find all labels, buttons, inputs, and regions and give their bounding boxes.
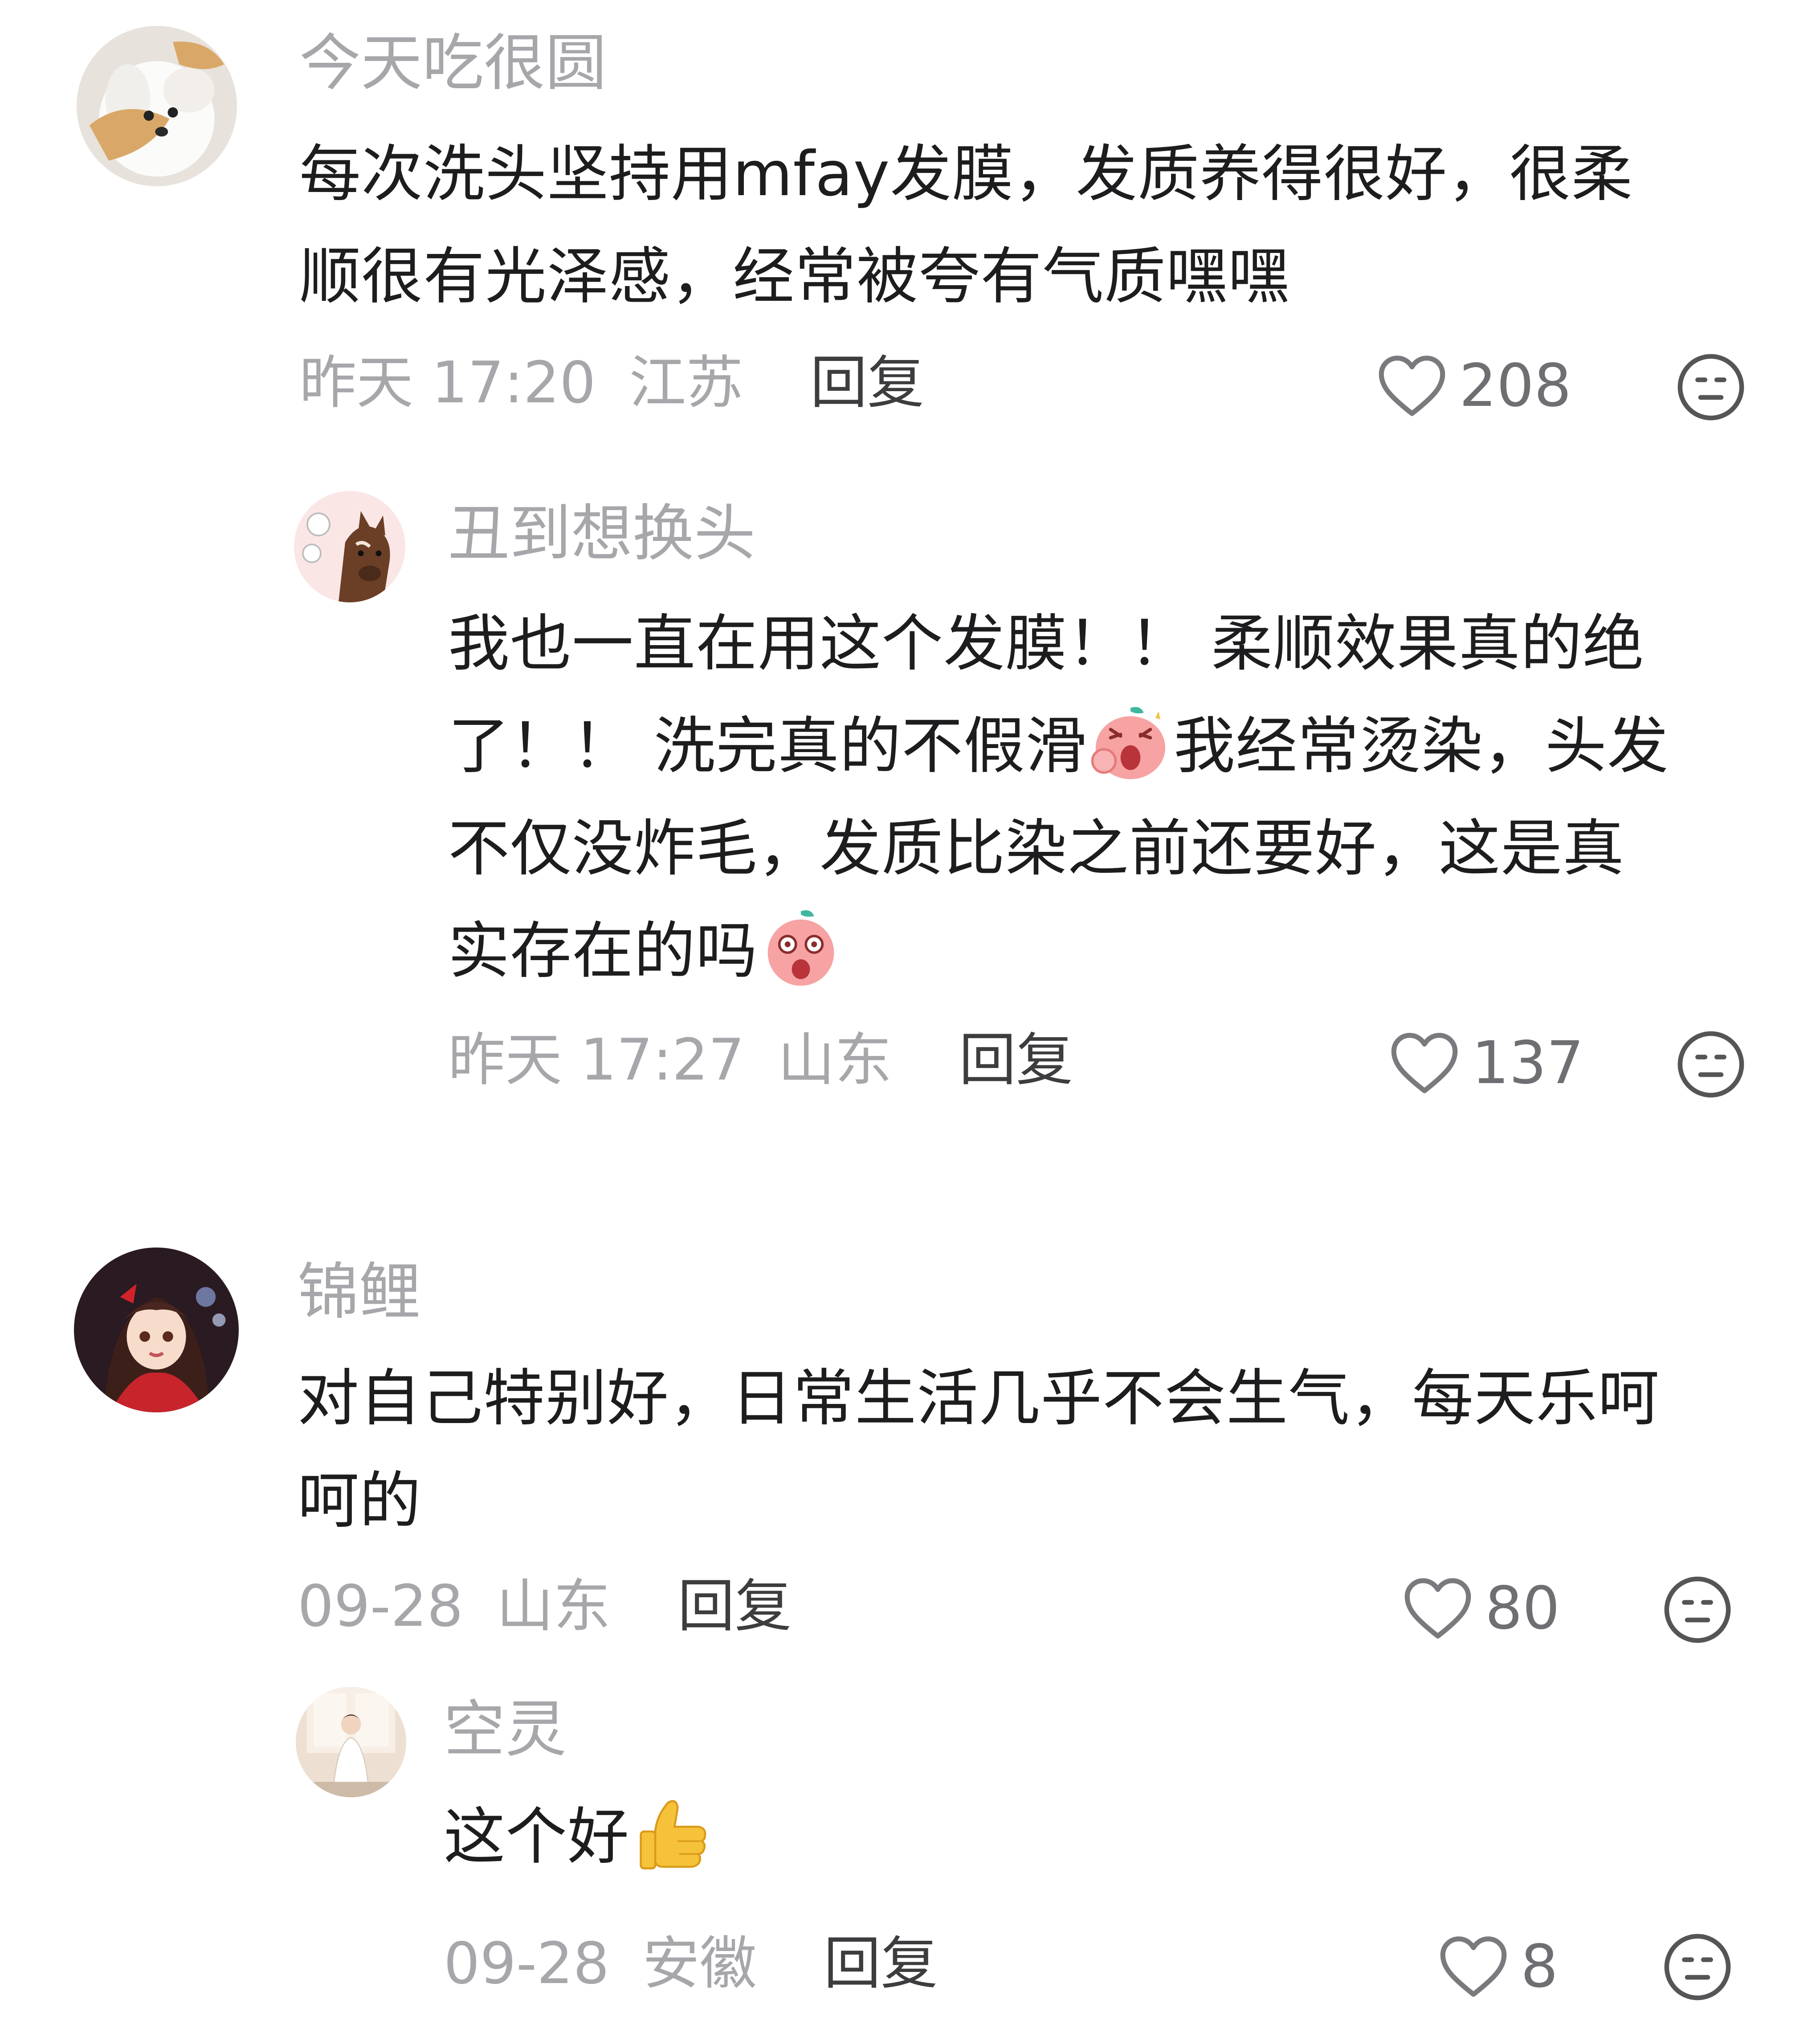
comment-text-line-with-emoji: 实存在的吗 (448, 900, 1669, 1002)
comment-text-line: 不仅没炸毛，发质比染之前还要好，这是真 (448, 813, 1625, 884)
reply-button[interactable]: 回复 (959, 1027, 1073, 1093)
comment-text: 每次洗头坚持用mfay发膜，发质养得很好，很柔 顺很有光泽感，经常被夸有气质嘿嘿 (299, 123, 1633, 328)
comment-text-line: 顺很有光泽感，经常被夸有气质嘿嘿 (299, 241, 1290, 312)
peach-wow-emoji (767, 910, 834, 986)
reply-button[interactable]: 回复 (824, 1931, 938, 1997)
comment-4-reply: 空灵 这个好 09-28 安徽 回复 8 (0, 1684, 1820, 2037)
dislike-button[interactable] (1676, 352, 1746, 422)
like-count: 208 (1459, 352, 1571, 420)
neutral-face-icon (1664, 1576, 1731, 1643)
comment-text: 对自己特别好，日常生活几乎不会生气，每天乐呵 呵的 (298, 1347, 1660, 1552)
like-count: 8 (1521, 1932, 1558, 2001)
girl-avatar-image (74, 1248, 239, 1412)
peach-shock-emoji (1091, 707, 1165, 779)
location: 山东 (778, 1027, 892, 1093)
neutral-face-icon (1677, 354, 1744, 421)
woman-avatar-image (296, 1687, 406, 1797)
heart-outline-icon (1440, 1936, 1507, 1997)
dislike-button[interactable] (1662, 1932, 1733, 2002)
dog-avatar-image (77, 26, 237, 186)
username[interactable]: 丑到想换头 (448, 498, 755, 569)
like-count: 137 (1472, 1029, 1584, 1097)
comment-meta: 昨天 17:20 江苏 回复 (299, 348, 924, 419)
comment-text-line: 呵的 (298, 1465, 422, 1537)
like-button[interactable]: 137 (1389, 1027, 1584, 1099)
comment-meta: 09-28 山东 回复 (298, 1571, 792, 1642)
username[interactable]: 锦鲤 (298, 1256, 420, 1328)
comment-3: 锦鲤 对自己特别好，日常生活几乎不会生气，每天乐呵 呵的 09-28 山东 回复… (0, 1239, 1820, 1684)
avatar[interactable] (294, 491, 405, 602)
comment-text-segment: 这个好 (444, 1801, 630, 1873)
comment-text-line: 每次洗头坚持用mfay发膜，发质养得很好，很柔 (299, 138, 1633, 210)
timestamp: 昨天 17:27 (448, 1027, 745, 1093)
comment-text-line-with-emoji: 这个好 (444, 1786, 713, 1888)
comment-text-line: 我也一直在用这个发膜！！ 柔顺效果真的绝 (448, 608, 1645, 679)
location: 安徽 (642, 1931, 757, 1997)
comment-meta: 昨天 17:27 山东 回复 (448, 1025, 1073, 1096)
thumbs-up-emoji (640, 1800, 706, 1869)
location: 江苏 (629, 350, 743, 416)
like-count: 80 (1485, 1574, 1560, 1643)
comment-text-line-with-emoji: 了！！ 洗完真的不假滑 我经常烫染，头发 (448, 695, 1669, 798)
like-button[interactable]: 8 (1438, 1931, 1558, 2002)
like-button[interactable]: 80 (1402, 1573, 1560, 1644)
timestamp: 09-28 (444, 1931, 609, 1997)
neutral-face-icon (1677, 1031, 1744, 1098)
username[interactable]: 今天吃很圆 (299, 28, 607, 99)
comment-text: 我也一直在用这个发膜！！ 柔顺效果真的绝 了！！ 洗完真的不假滑 我经常烫染，头… (448, 593, 1669, 1002)
like-button[interactable]: 208 (1376, 350, 1571, 421)
heart-outline-icon (1379, 356, 1445, 416)
horse-avatar-image (294, 491, 405, 602)
username[interactable]: 空灵 (444, 1694, 567, 1765)
comment-text-segment: 我经常烫染，头发 (1173, 710, 1669, 782)
reply-button[interactable]: 回复 (810, 350, 924, 416)
dislike-button[interactable] (1662, 1575, 1733, 1645)
timestamp: 09-28 (298, 1573, 463, 1640)
comment-meta: 09-28 安徽 回复 (444, 1928, 938, 2000)
heart-outline-icon (1391, 1033, 1458, 1093)
comment-2-reply: 丑到想换头 我也一直在用这个发膜！！ 柔顺效果真的绝 了！！ 洗完真的不假滑 我… (0, 481, 1820, 1149)
comment-1: 今天吃很圆 每次洗头坚持用mfay发膜，发质养得很好，很柔 顺很有光泽感，经常被… (0, 0, 1820, 446)
avatar[interactable] (77, 26, 237, 186)
dislike-button[interactable] (1676, 1029, 1746, 1100)
timestamp: 昨天 17:20 (299, 350, 596, 416)
comment-text: 这个好 (444, 1786, 713, 1888)
heart-outline-icon (1404, 1578, 1471, 1639)
avatar[interactable] (74, 1248, 239, 1412)
comment-text-line: 对自己特别好，日常生活几乎不会生气，每天乐呵 (298, 1362, 1660, 1434)
reply-button[interactable]: 回复 (677, 1573, 792, 1640)
comment-text-segment: 实存在的吗 (448, 915, 758, 987)
neutral-face-icon (1664, 1934, 1731, 2000)
comment-text-segment: 了！！ 洗完真的不假滑 (448, 710, 1087, 782)
avatar[interactable] (296, 1687, 406, 1797)
location: 山东 (496, 1573, 611, 1640)
